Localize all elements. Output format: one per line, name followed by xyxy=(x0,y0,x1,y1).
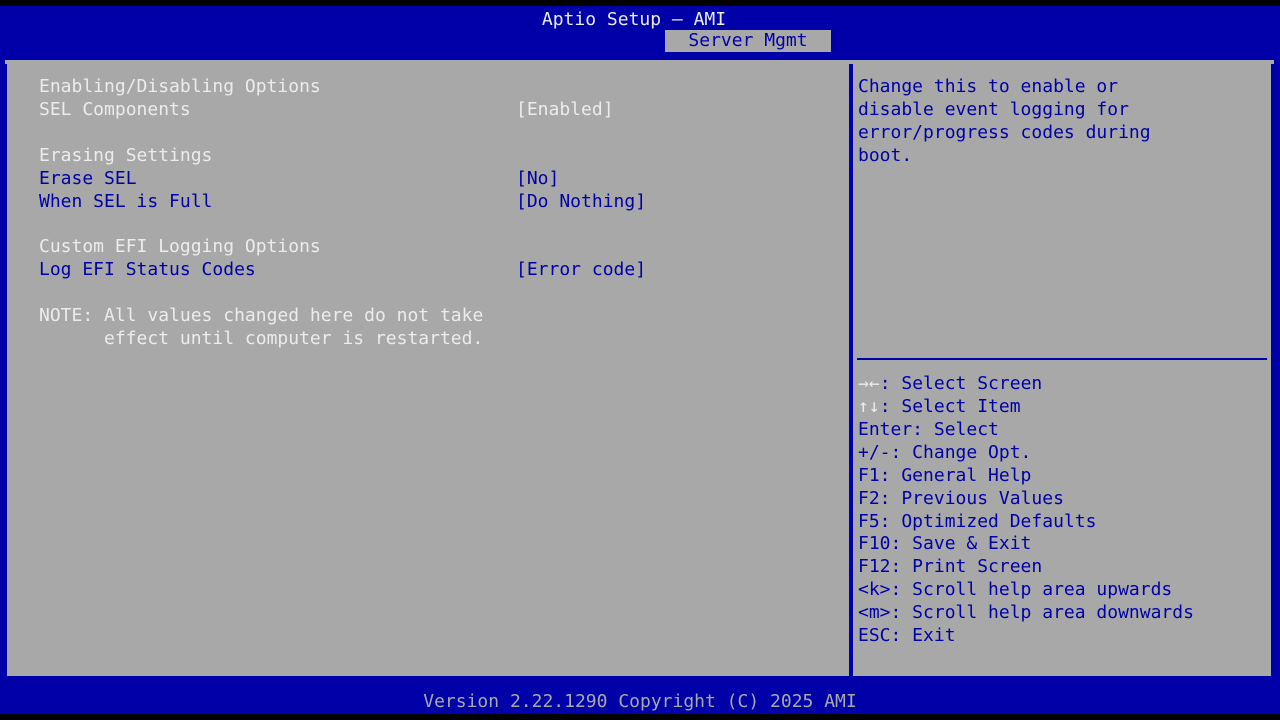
bottom-border xyxy=(0,714,1280,720)
section-heading-erasing: Erasing Settings xyxy=(39,145,213,166)
help-description-line: error/progress codes during xyxy=(858,122,1151,143)
key-hint-text: : Select Item xyxy=(879,396,1021,417)
arrow-left-right-icon: →← xyxy=(858,373,880,394)
key-hint-select-item: ↑↓: Select Item xyxy=(858,395,1021,418)
key-hint-general-help: F1: General Help xyxy=(858,465,1032,486)
when-sel-full-label[interactable]: When SEL is Full xyxy=(39,190,212,213)
key-hint-escape: ESC: Exit xyxy=(858,625,956,646)
key-hint-previous-values: F2: Previous Values xyxy=(858,488,1064,509)
key-hint-optimized-defaults: F5: Optimized Defaults xyxy=(858,511,1097,532)
bios-footer: Version 2.22.1290 Copyright (C) 2025 AMI xyxy=(0,688,1280,714)
key-hint-print-screen: F12: Print Screen xyxy=(858,556,1043,577)
key-hint-text: : Select Screen xyxy=(879,373,1043,394)
version-copyright: Version 2.22.1290 Copyright (C) 2025 AMI xyxy=(423,691,857,712)
key-hint-scroll-up: <k>: Scroll help area upwards xyxy=(858,579,1173,600)
help-description-line: Change this to enable or xyxy=(858,76,1119,97)
sel-components-value[interactable]: [Enabled] xyxy=(516,98,614,121)
when-sel-full-value[interactable]: [Do Nothing] xyxy=(516,190,646,213)
erase-sel-label[interactable]: Erase SEL xyxy=(39,167,137,190)
note-line-1: NOTE: All values changed here do not tak… xyxy=(39,305,484,326)
note-line-2: effect until computer is restarted. xyxy=(39,328,484,349)
help-description-line: boot. xyxy=(858,145,913,166)
log-efi-status-codes-value[interactable]: [Error code] xyxy=(516,258,646,281)
app-title: Aptio Setup – AMI xyxy=(541,9,727,30)
key-hint-save-exit: F10: Save & Exit xyxy=(858,533,1032,554)
bios-header: Aptio Setup – AMI Server Mgmt xyxy=(0,6,1280,52)
help-description-line: disable event logging for xyxy=(858,99,1129,120)
section-heading-custom-efi: Custom EFI Logging Options xyxy=(39,236,321,257)
key-hint-scroll-down: <m>: Scroll help area downwards xyxy=(858,602,1194,623)
sel-components-label[interactable]: SEL Components xyxy=(39,98,191,121)
arrow-up-down-icon: ↑↓ xyxy=(858,396,880,417)
log-efi-status-codes-label[interactable]: Log EFI Status Codes xyxy=(39,258,256,281)
key-hint-enter: Enter: Select xyxy=(858,419,999,440)
section-heading-enabling: Enabling/Disabling Options xyxy=(39,76,321,97)
erase-sel-value[interactable]: [No] xyxy=(516,167,559,190)
key-hint-select-screen: →←: Select Screen xyxy=(858,372,1042,395)
tab-server-mgmt[interactable]: Server Mgmt xyxy=(665,30,831,52)
key-hint-change-opt: +/-: Change Opt. xyxy=(858,442,1032,463)
help-divider xyxy=(857,358,1267,360)
